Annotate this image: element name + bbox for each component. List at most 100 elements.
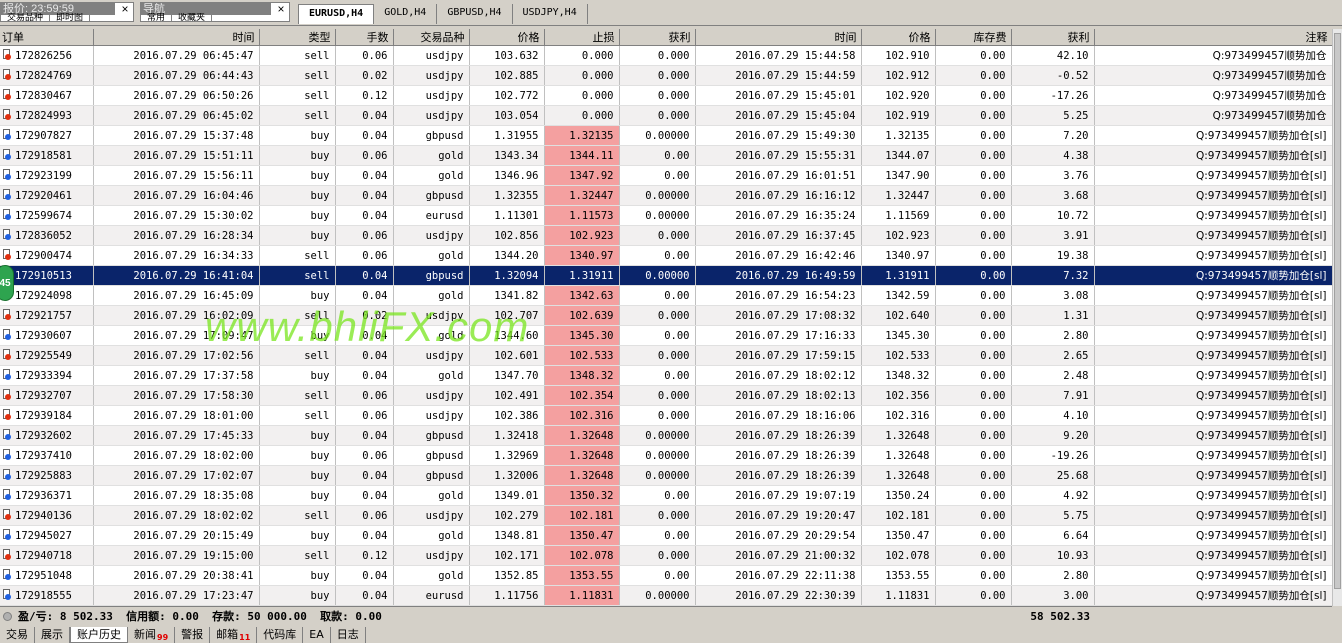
column-header[interactable]: 价格 (469, 29, 545, 46)
cell-tp: 0.000 (619, 305, 696, 326)
tab-favorites[interactable]: 收藏夹 (172, 13, 213, 21)
table-row[interactable]: 172900474 2016.07.29 16:34:33 sell 0.06 gold… (0, 245, 1332, 266)
table-row[interactable]: 172920461 2016.07.29 16:04:46 buy 0.04 gbpus… (0, 185, 1332, 206)
cell-swap: 0.00 (935, 65, 1012, 86)
cell-symbol: usdjpy (393, 105, 470, 126)
table-row[interactable]: 172907827 2016.07.29 15:37:48 buy 0.04 gbpus… (0, 125, 1332, 146)
cell-symbol: gbpusd (393, 465, 470, 486)
cell-sl: 0.000 (544, 45, 620, 66)
cell-comment: Q:973499457顺势加仓[sl] (1094, 565, 1332, 586)
table-row[interactable]: 172936371 2016.07.29 18:35:08 buy 0.04 gold 1… (0, 485, 1332, 506)
table-row[interactable]: 172925549 2016.07.29 17:02:56 sell 0.04 usdj… (0, 345, 1332, 366)
column-header[interactable]: 类型 (259, 29, 336, 46)
terminal-tab[interactable]: 代码库 (257, 627, 304, 643)
column-header[interactable]: 止损 (544, 29, 620, 46)
table-row[interactable]: 172932602 2016.07.29 17:45:33 buy 0.04 gbpus… (0, 425, 1332, 446)
table-row[interactable]: 172824993 2016.07.29 06:45:02 sell 0.04 usdj… (0, 105, 1332, 126)
terminal-tab[interactable]: 账户历史 (70, 627, 128, 643)
column-header[interactable]: 订单 (0, 29, 94, 46)
summary-text: 盈/亏: 8 502.33 信用额: 0.00 存款: 50 000.00 取款… (18, 610, 382, 623)
cell-type: sell (259, 505, 336, 526)
table-row[interactable]: 172923199 2016.07.29 15:56:11 buy 0.04 gold 1… (0, 165, 1332, 186)
cell-close-price: 102.356 (861, 385, 936, 406)
cell-open-price: 1.11756 (469, 585, 545, 606)
terminal-tab[interactable]: EA (303, 627, 331, 643)
cell-swap: 0.00 (935, 245, 1012, 266)
table-row[interactable]: 172933394 2016.07.29 17:37:58 buy 0.04 gold 1… (0, 365, 1332, 386)
column-header[interactable]: 库存费 (935, 29, 1012, 46)
cell-swap: 0.00 (935, 165, 1012, 186)
table-row[interactable]: 172599674 2016.07.29 15:30:02 buy 0.04 eurus… (0, 205, 1332, 226)
cell-sl: 1.32648 (544, 465, 620, 486)
column-header[interactable]: 手数 (335, 29, 394, 46)
table-row[interactable]: 172826256 2016.07.29 06:45:47 sell 0.06 usdj… (0, 45, 1332, 66)
terminal-tab[interactable]: 交易 (0, 627, 35, 643)
column-header[interactable]: 交易品种 (393, 29, 470, 46)
tab-common[interactable]: 常用 (141, 13, 173, 21)
cell-tp: 0.00000 (619, 465, 696, 486)
terminal-tab[interactable]: 邮箱11 (210, 627, 258, 643)
cell-open-price: 102.856 (469, 225, 545, 246)
column-header[interactable]: 时间 (695, 29, 862, 46)
tab-tick-chart[interactable]: 即时图 (50, 13, 91, 21)
table-row[interactable]: 172830467 2016.07.29 06:50:26 sell 0.12 usdj… (0, 85, 1332, 106)
table-row[interactable]: 172945027 2016.07.29 20:15:49 buy 0.04 gold 1… (0, 525, 1332, 546)
terminal-tab[interactable]: 展示 (35, 627, 70, 643)
cell-profit: 3.91 (1011, 225, 1095, 246)
table-row[interactable]: 172930607 2016.07.29 17:09:47 buy 0.04 gold 1… (0, 325, 1332, 346)
cell-close-time: 2016.07.29 18:26:39 (695, 465, 862, 486)
table-row[interactable]: 172918581 2016.07.29 15:51:11 buy 0.06 gold 1… (0, 145, 1332, 166)
tab-symbols[interactable]: 交易品种 (1, 13, 51, 21)
column-header[interactable]: 获利 (619, 29, 696, 46)
chart-tab[interactable]: EURUSD,H4 (298, 4, 375, 24)
cell-swap: 0.00 (935, 425, 1012, 446)
table-row[interactable]: 172937410 2016.07.29 18:02:00 buy 0.06 gbpus… (0, 445, 1332, 466)
cell-open-time: 2016.07.29 06:45:47 (93, 45, 260, 66)
ticket-number: 172824769 (15, 70, 72, 82)
terminal-tab[interactable]: 新闻99 (128, 627, 176, 643)
cell-type: sell (259, 65, 336, 86)
market-watch-panel[interactable]: 报价: 23:59:59 × 交易品种 即时图 (0, 2, 134, 22)
side-counter-badge[interactable]: 45 (0, 265, 14, 301)
cell-lots: 0.04 (335, 125, 394, 146)
column-header[interactable]: 价格 (861, 29, 936, 46)
column-header[interactable]: 注释 (1094, 29, 1332, 46)
cell-symbol: gbpusd (393, 185, 470, 206)
vertical-scrollbar[interactable] (1332, 29, 1342, 606)
cell-symbol: usdjpy (393, 385, 470, 406)
chart-tab[interactable]: USDJPY,H4 (513, 4, 588, 24)
terminal-tab[interactable]: 警报 (175, 627, 211, 643)
cell-close-price: 1.11569 (861, 205, 936, 226)
table-row[interactable]: 172918555 2016.07.29 17:23:47 buy 0.04 eurus… (0, 585, 1332, 606)
table-row[interactable]: 172939184 2016.07.29 18:01:00 sell 0.06 usdj… (0, 405, 1332, 426)
cell-symbol: gold (393, 285, 470, 306)
cell-comment: Q:973499457顺势加仓[sl] (1094, 305, 1332, 326)
order-sell-icon (3, 309, 12, 321)
table-row[interactable]: 172951048 2016.07.29 20:38:41 buy 0.04 gold 1… (0, 565, 1332, 586)
chart-tabs: EURUSD,H4 GOLD,H4 GBPUSD,H4 USDJPY,H4 (298, 4, 588, 24)
table-row[interactable]: 172910513 2016.07.29 16:41:04 sell 0.04 gbpu… (0, 265, 1332, 286)
cell-type: buy (259, 365, 336, 386)
terminal-tab[interactable]: 日志 (331, 627, 366, 643)
chart-tab[interactable]: GBPUSD,H4 (437, 4, 513, 24)
table-row[interactable]: 172925883 2016.07.29 17:02:07 buy 0.04 gbpus… (0, 465, 1332, 486)
cell-comment: Q:973499457顺势加仓[sl] (1094, 485, 1332, 506)
ticket-number: 172599674 (15, 210, 72, 222)
table-row[interactable]: 172824769 2016.07.29 06:44:43 sell 0.02 usdj… (0, 65, 1332, 86)
order-buy-icon (3, 169, 12, 181)
column-header[interactable]: 时间 (93, 29, 260, 46)
column-header[interactable]: 获利 (1011, 29, 1095, 46)
table-row[interactable]: 172836052 2016.07.29 16:28:34 buy 0.06 usdjp… (0, 225, 1332, 246)
table-row[interactable]: 172921757 2016.07.29 16:02:09 sell 0.02 usdj… (0, 305, 1332, 326)
cell-ticket: 172939184 (0, 405, 94, 426)
table-row[interactable]: 172932707 2016.07.29 17:58:30 sell 0.06 usdj… (0, 385, 1332, 406)
table-row[interactable]: 172924098 2016.07.29 16:45:09 buy 0.04 gold 1… (0, 285, 1332, 306)
scrollbar-thumb[interactable] (1334, 33, 1341, 589)
navigator-panel[interactable]: 导航 × 常用 收藏夹 (140, 2, 290, 22)
cell-close-time: 2016.07.29 19:07:19 (695, 485, 862, 506)
table-row[interactable]: 172940136 2016.07.29 18:02:02 sell 0.06 usdj… (0, 505, 1332, 526)
order-buy-icon (3, 449, 12, 461)
chart-tab[interactable]: GOLD,H4 (374, 4, 438, 24)
cell-sl: 1353.55 (544, 565, 620, 586)
table-row[interactable]: 172940718 2016.07.29 19:15:00 sell 0.12 usdj… (0, 545, 1332, 566)
